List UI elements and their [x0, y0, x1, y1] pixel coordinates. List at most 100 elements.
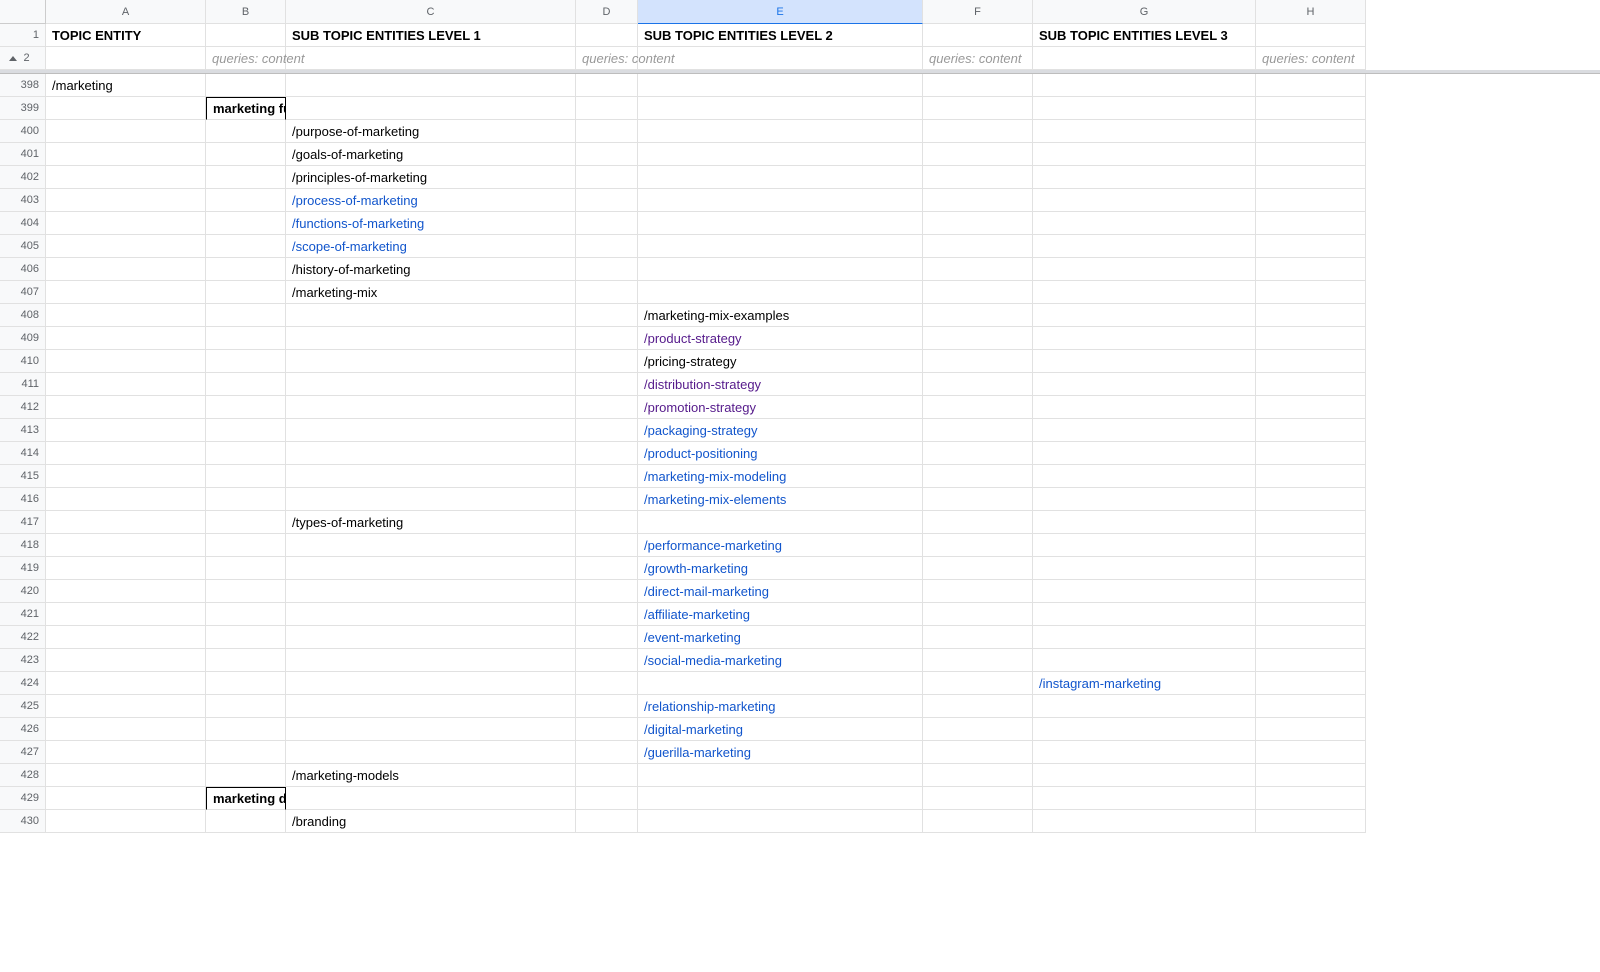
cell-g[interactable] [1033, 258, 1256, 281]
cell-g[interactable] [1033, 281, 1256, 304]
cell-a[interactable] [46, 258, 206, 281]
cell-g[interactable] [1033, 304, 1256, 327]
cell-g[interactable] [1033, 649, 1256, 672]
cell-h[interactable] [1256, 350, 1366, 373]
row-header[interactable]: 426 [0, 718, 46, 741]
cell-e[interactable]: /marketing-mix-elements [638, 488, 923, 511]
cell-a[interactable] [46, 557, 206, 580]
cell-h[interactable]: queries: content [1256, 47, 1366, 70]
cell-c[interactable] [286, 741, 576, 764]
cell-g[interactable]: SUB TOPIC ENTITIES LEVEL 3 [1033, 24, 1256, 47]
cell-g[interactable] [1033, 603, 1256, 626]
cell-b[interactable] [206, 24, 286, 47]
cell-g[interactable] [1033, 327, 1256, 350]
cell-g[interactable] [1033, 47, 1256, 70]
cell-g[interactable] [1033, 626, 1256, 649]
cell-g[interactable] [1033, 787, 1256, 810]
cell-h[interactable] [1256, 511, 1366, 534]
cell-g[interactable] [1033, 442, 1256, 465]
row-header[interactable]: 418 [0, 534, 46, 557]
cell-g[interactable] [1033, 810, 1256, 833]
cell-d[interactable] [576, 258, 638, 281]
cell-c[interactable] [286, 442, 576, 465]
cell-c[interactable]: /marketing-models [286, 764, 576, 787]
cell-a[interactable] [46, 327, 206, 350]
cell-f[interactable] [923, 327, 1033, 350]
cell-e[interactable]: /product-positioning [638, 442, 923, 465]
cell-d[interactable] [576, 396, 638, 419]
cell-d[interactable] [576, 741, 638, 764]
cell-h[interactable] [1256, 741, 1366, 764]
cell-d[interactable] [576, 580, 638, 603]
cell-h[interactable] [1256, 603, 1366, 626]
cell-a[interactable] [46, 189, 206, 212]
column-header-e[interactable]: E [638, 0, 923, 24]
row-header[interactable]: 413 [0, 419, 46, 442]
row-header[interactable]: 428 [0, 764, 46, 787]
cell-g[interactable] [1033, 695, 1256, 718]
cell-d[interactable] [576, 74, 638, 97]
cell-a[interactable] [46, 580, 206, 603]
cell-b[interactable] [206, 603, 286, 626]
cell-c[interactable] [286, 695, 576, 718]
cell-f[interactable] [923, 166, 1033, 189]
cell-g[interactable] [1033, 534, 1256, 557]
cell-f[interactable] [923, 787, 1033, 810]
cell-b[interactable] [206, 74, 286, 97]
cell-g[interactable] [1033, 718, 1256, 741]
cell-a[interactable] [46, 534, 206, 557]
cell-e[interactable]: /direct-mail-marketing [638, 580, 923, 603]
cell-b[interactable] [206, 281, 286, 304]
cell-e[interactable] [638, 47, 923, 70]
cell-f[interactable] [923, 442, 1033, 465]
cell-g[interactable] [1033, 373, 1256, 396]
row-header[interactable]: 417 [0, 511, 46, 534]
cell-h[interactable] [1256, 580, 1366, 603]
cell-f[interactable] [923, 557, 1033, 580]
cell-d[interactable] [576, 166, 638, 189]
row-header[interactable]: 423 [0, 649, 46, 672]
cell-b[interactable] [206, 235, 286, 258]
cell-a[interactable]: /marketing [46, 74, 206, 97]
cell-g[interactable] [1033, 189, 1256, 212]
cell-d[interactable] [576, 189, 638, 212]
cell-e[interactable]: /performance-marketing [638, 534, 923, 557]
cell-a[interactable] [46, 373, 206, 396]
cell-c[interactable] [286, 74, 576, 97]
group-collapse-icon[interactable] [9, 56, 17, 61]
row-header[interactable]: 398 [0, 74, 46, 97]
cell-b[interactable]: queries: content [206, 47, 286, 70]
cell-h[interactable] [1256, 396, 1366, 419]
cell-d[interactable] [576, 120, 638, 143]
cell-b[interactable] [206, 810, 286, 833]
row-header[interactable]: 407 [0, 281, 46, 304]
cell-d[interactable] [576, 488, 638, 511]
cell-g[interactable] [1033, 74, 1256, 97]
cell-c[interactable] [286, 419, 576, 442]
cell-b[interactable] [206, 442, 286, 465]
cell-a[interactable] [46, 672, 206, 695]
cell-g[interactable] [1033, 764, 1256, 787]
cell-f[interactable] [923, 373, 1033, 396]
cell-a[interactable] [46, 603, 206, 626]
cell-d[interactable] [576, 626, 638, 649]
cell-a[interactable] [46, 810, 206, 833]
cell-g[interactable] [1033, 511, 1256, 534]
cell-f[interactable] [923, 649, 1033, 672]
cell-g[interactable]: /instagram-marketing [1033, 672, 1256, 695]
cell-a[interactable] [46, 235, 206, 258]
cell-f[interactable] [923, 718, 1033, 741]
cell-h[interactable] [1256, 166, 1366, 189]
cell-f[interactable] [923, 304, 1033, 327]
cell-c[interactable]: /process-of-marketing [286, 189, 576, 212]
cell-e[interactable]: /marketing-mix-examples [638, 304, 923, 327]
cell-a[interactable] [46, 695, 206, 718]
cell-e[interactable] [638, 764, 923, 787]
cell-e[interactable]: /distribution-strategy [638, 373, 923, 396]
cell-c[interactable] [286, 718, 576, 741]
cell-g[interactable] [1033, 419, 1256, 442]
cell-f[interactable] [923, 258, 1033, 281]
cell-f[interactable] [923, 488, 1033, 511]
cell-g[interactable] [1033, 120, 1256, 143]
cell-c[interactable] [286, 465, 576, 488]
